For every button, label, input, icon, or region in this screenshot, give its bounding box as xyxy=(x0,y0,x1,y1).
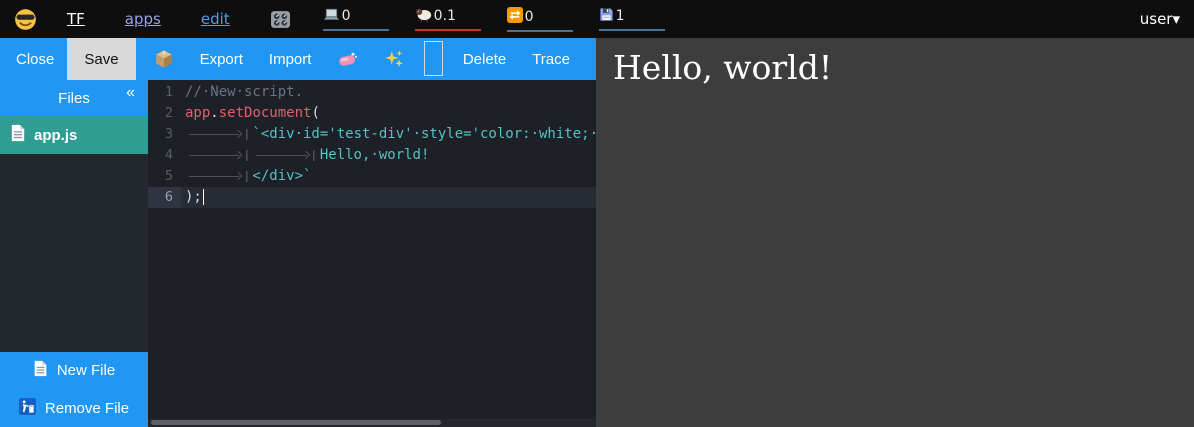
remove-file-label: Remove File xyxy=(45,400,129,417)
code-line-4: Hello,·world! xyxy=(181,145,596,166)
remove-file-button[interactable]: Remove File xyxy=(0,389,148,427)
stat-value: 0 xyxy=(342,9,351,23)
line-number-gutter: 123456 xyxy=(148,80,181,427)
toolbar-empty-slot[interactable] xyxy=(424,41,442,76)
nav-link-edit[interactable]: edit xyxy=(201,10,230,28)
tab-indicator-icon xyxy=(252,148,319,162)
close-button[interactable]: Close xyxy=(16,38,54,80)
code-line-2: app.setDocument( xyxy=(181,103,596,124)
new-file-button[interactable]: New File xyxy=(0,352,148,389)
stat-value: 0.1 xyxy=(434,9,456,23)
editor-region: Close Save Export Import xyxy=(0,38,596,427)
code-editor[interactable]: 123456 //·New·script. app.setDocument( `<d… xyxy=(148,80,596,427)
import-button[interactable]: Import xyxy=(269,38,312,80)
hello-world-text: Hello, world! xyxy=(613,47,1194,88)
new-file-page-icon xyxy=(33,360,48,381)
user-menu[interactable]: user▾ xyxy=(1140,10,1180,28)
line-number: 5 xyxy=(148,166,181,187)
code-token: . xyxy=(210,105,218,121)
delete-button[interactable]: Delete xyxy=(463,38,506,80)
code-token: Hello,·world! xyxy=(320,147,430,163)
sidebar-empty-space xyxy=(0,154,148,352)
stat-value: 1 xyxy=(616,9,625,23)
line-number: 4 xyxy=(148,145,181,166)
horizontal-scrollbar-track xyxy=(148,419,596,427)
line-number: 3 xyxy=(148,124,181,145)
files-title: Files xyxy=(58,90,90,107)
code-line-3: `<div·id='test-div'·style='color:·white;… xyxy=(181,124,596,145)
code-token: ); xyxy=(185,189,202,205)
code-line-5: </div>` xyxy=(181,166,596,187)
files-sidebar: Files « xyxy=(0,80,148,427)
text-cursor xyxy=(203,189,205,205)
trace-button[interactable]: Trace xyxy=(532,38,570,80)
code-line-6: ); xyxy=(181,187,596,208)
file-item-appjs[interactable]: app.js xyxy=(0,116,148,154)
horizontal-scrollbar-thumb[interactable] xyxy=(151,420,441,425)
code-token: `<div·id='test-div'·style='color:·white;… xyxy=(252,126,596,142)
files-header: Files « xyxy=(0,80,148,116)
code-token: app xyxy=(185,105,210,121)
code-token: //·New·script. xyxy=(185,84,303,100)
nav-link-tf[interactable]: TF xyxy=(67,10,85,28)
app-screen: TF apps edit 0 0.1 0 1 user▾ Close xyxy=(0,0,1194,427)
line-number: 1 xyxy=(148,82,181,103)
soap-icon[interactable] xyxy=(337,38,358,80)
control-knobs-icon[interactable] xyxy=(270,9,291,30)
sparkles-icon[interactable] xyxy=(384,38,404,80)
code-line-1: //·New·script. xyxy=(181,82,596,103)
new-file-label: New File xyxy=(57,362,115,379)
code-token: ( xyxy=(311,105,319,121)
code-area: //·New·script. app.setDocument( `<div·id='… xyxy=(181,80,596,427)
line-number: 2 xyxy=(148,103,181,124)
file-page-icon xyxy=(10,124,26,147)
lower-region: Close Save Export Import xyxy=(0,38,1194,427)
workspace: Files « xyxy=(0,80,596,427)
litter-bin-icon xyxy=(19,398,36,419)
tab-indicator-icon xyxy=(185,169,252,183)
line-number: 6 xyxy=(148,187,181,208)
app-preview-pane: Hello, world! xyxy=(596,38,1194,427)
nav-link-apps[interactable]: apps xyxy=(125,10,161,28)
smiley-sunglasses-icon[interactable] xyxy=(14,8,37,31)
tab-indicator-icon xyxy=(185,127,252,141)
code-token: </div>` xyxy=(252,168,311,184)
stat-field-laptop: 0 xyxy=(323,7,389,31)
export-button[interactable]: Export xyxy=(200,38,243,80)
laptop-icon xyxy=(323,7,340,26)
ram-icon xyxy=(415,7,432,26)
collapse-sidebar-button[interactable]: « xyxy=(126,84,135,102)
repeat-icon xyxy=(507,7,523,27)
file-name: app.js xyxy=(34,127,77,144)
stat-field-repeat: 0 xyxy=(507,7,573,32)
resource-stats: 0 0.1 0 1 xyxy=(323,7,665,32)
stat-field-ram: 0.1 xyxy=(415,7,481,31)
save-button[interactable]: Save xyxy=(67,38,135,80)
code-token: setDocument xyxy=(219,105,312,121)
topbar: TF apps edit 0 0.1 0 1 user▾ xyxy=(0,0,1194,38)
stat-value: 0 xyxy=(525,10,534,24)
floppy-icon xyxy=(599,7,614,26)
editor-toolbar: Close Save Export Import xyxy=(0,38,596,80)
tab-indicator-icon xyxy=(185,148,252,162)
package-icon[interactable] xyxy=(154,38,174,80)
stat-field-floppy: 1 xyxy=(599,7,665,31)
